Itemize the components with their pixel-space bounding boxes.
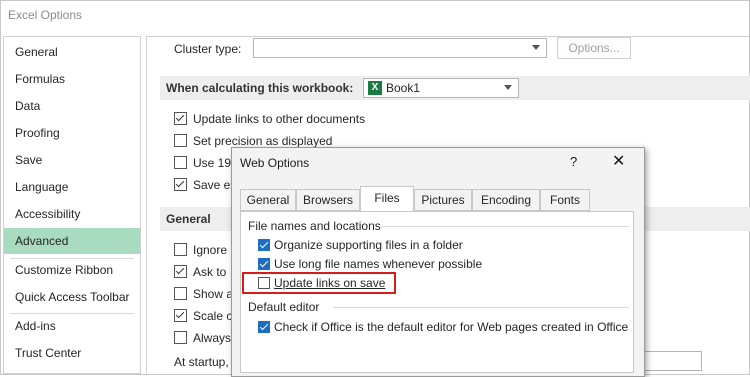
chevron-down-icon bbox=[504, 85, 512, 90]
calc-section-label: When calculating this workbook: bbox=[166, 81, 354, 95]
nav-item-trust-center[interactable]: Trust Center bbox=[4, 340, 140, 366]
options-nav: General Formulas Data Proofing Save Lang… bbox=[3, 36, 141, 374]
set-precision-checkbox[interactable] bbox=[174, 134, 187, 147]
always-label: Always bbox=[193, 331, 232, 345]
show-checkbox[interactable] bbox=[174, 287, 187, 300]
nav-item-formulas[interactable]: Formulas bbox=[4, 66, 140, 92]
group-divider bbox=[333, 307, 629, 308]
update-links-checkbox[interactable] bbox=[174, 112, 187, 125]
nav-item-save[interactable]: Save bbox=[4, 147, 140, 173]
nav-item-customize-ribbon[interactable]: Customize Ribbon bbox=[4, 257, 140, 283]
long-file-names-label: Use long file names whenever possible bbox=[274, 257, 483, 271]
always-checkbox[interactable] bbox=[174, 331, 187, 344]
tab-encoding[interactable]: Encoding bbox=[472, 189, 540, 211]
tab-pictures[interactable]: Pictures bbox=[414, 189, 472, 211]
group-divider bbox=[381, 226, 629, 227]
ignore-label: Ignore bbox=[193, 243, 228, 257]
nav-item-advanced[interactable]: Advanced bbox=[4, 228, 140, 254]
tab-fonts[interactable]: Fonts bbox=[540, 189, 590, 211]
save-external-label: Save ex bbox=[193, 178, 237, 192]
excel-workbook-icon: X bbox=[368, 81, 382, 95]
dialog-title: Web Options bbox=[240, 156, 310, 170]
office-default-editor-checkbox[interactable] bbox=[258, 321, 270, 333]
cluster-type-label: Cluster type: bbox=[174, 42, 242, 56]
window-title: Excel Options bbox=[8, 8, 83, 22]
cluster-type-select[interactable] bbox=[253, 38, 547, 58]
tab-browsers[interactable]: Browsers bbox=[296, 189, 360, 211]
workbook-select-value: Book1 bbox=[386, 81, 421, 95]
help-icon[interactable]: ? bbox=[570, 154, 577, 169]
long-file-names-checkbox[interactable] bbox=[258, 258, 270, 270]
tab-files[interactable]: Files bbox=[360, 186, 414, 212]
file-names-group-label: File names and locations bbox=[248, 219, 381, 233]
default-editor-group-label: Default editor bbox=[248, 300, 320, 314]
show-label: Show a bbox=[193, 287, 234, 301]
scale-content-checkbox[interactable] bbox=[174, 309, 187, 322]
startup-path-input[interactable] bbox=[640, 351, 702, 371]
ignore-checkbox[interactable] bbox=[174, 243, 187, 256]
options-button[interactable]: Options... bbox=[557, 37, 631, 59]
ask-to-checkbox[interactable] bbox=[174, 265, 187, 278]
organize-files-checkbox[interactable] bbox=[258, 239, 270, 251]
save-external-checkbox[interactable] bbox=[174, 178, 187, 191]
office-default-editor-label: Check if Office is the default editor fo… bbox=[274, 320, 629, 334]
highlight-box bbox=[242, 272, 396, 294]
set-precision-label: Set precision as displayed bbox=[193, 134, 333, 148]
organize-files-label: Organize supporting files in a folder bbox=[274, 238, 463, 252]
startup-label: At startup, bbox=[174, 355, 229, 369]
ask-to-label: Ask to bbox=[193, 265, 227, 279]
nav-item-general[interactable]: General bbox=[4, 39, 140, 65]
general-section-label: General bbox=[166, 212, 211, 226]
update-links-label: Update links to other documents bbox=[193, 112, 366, 126]
nav-item-language[interactable]: Language bbox=[4, 174, 140, 200]
nav-item-accessibility[interactable]: Accessibility bbox=[4, 201, 140, 227]
nav-item-quick-access-toolbar[interactable]: Quick Access Toolbar bbox=[4, 284, 140, 310]
nav-item-data[interactable]: Data bbox=[4, 93, 140, 119]
close-icon[interactable]: ✕ bbox=[612, 151, 625, 171]
chevron-down-icon bbox=[532, 45, 540, 50]
workbook-select[interactable]: X Book1 bbox=[363, 78, 519, 98]
nav-item-proofing[interactable]: Proofing bbox=[4, 120, 140, 146]
tab-general[interactable]: General bbox=[240, 189, 296, 211]
nav-item-add-ins[interactable]: Add-ins bbox=[4, 313, 140, 339]
web-options-dialog: Web Options ? ✕ General Browsers Files P… bbox=[231, 147, 645, 377]
use-1904-checkbox[interactable] bbox=[174, 156, 187, 169]
